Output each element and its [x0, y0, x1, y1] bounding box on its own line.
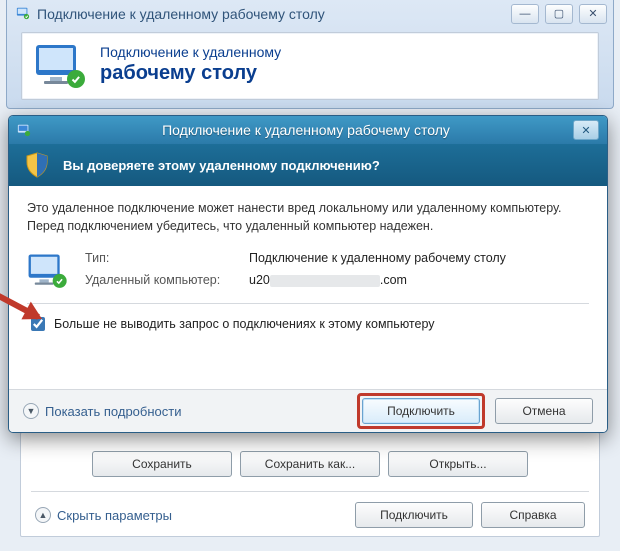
- show-details-link[interactable]: ▼ Показать подробности: [23, 403, 347, 419]
- dialog-close-button[interactable]: ✕: [573, 120, 599, 140]
- rdp-monitor-icon: [34, 41, 88, 89]
- rdp-icon: [17, 123, 31, 137]
- dialog-title: Подключение к удаленному рабочему столу: [39, 122, 573, 138]
- connection-info: Тип: Подключение к удаленному рабочему с…: [85, 251, 506, 287]
- rdp-monitor-icon: [27, 251, 69, 289]
- minimize-button[interactable]: —: [511, 4, 539, 24]
- cancel-button[interactable]: Отмена: [495, 398, 593, 424]
- dialog-question-text: Вы доверяете этому удаленному подключени…: [63, 158, 380, 173]
- open-button[interactable]: Открыть...: [388, 451, 528, 477]
- trust-dialog: Подключение к удаленному рабочему столу …: [8, 115, 608, 433]
- window-titlebar: Подключение к удаленному рабочему столу …: [7, 0, 613, 28]
- maximize-button[interactable]: ▢: [545, 4, 573, 24]
- hide-params-label: Скрыть параметры: [57, 508, 172, 523]
- rdp-main-bottom: Сохранить Сохранить как... Открыть... ▲ …: [6, 432, 614, 547]
- connect-button[interactable]: Подключить: [362, 398, 480, 424]
- close-button[interactable]: ✕: [579, 4, 607, 24]
- rdp-inner-panel: Подключение к удаленному рабочему столу: [21, 32, 599, 100]
- save-button[interactable]: Сохранить: [92, 451, 232, 477]
- rdp-main-window: Подключение к удаленному рабочему столу …: [6, 0, 614, 109]
- dont-ask-label: Больше не выводить запрос о подключениях…: [54, 317, 435, 331]
- divider: [27, 303, 589, 304]
- dialog-titlebar: Подключение к удаленному рабочему столу …: [9, 116, 607, 144]
- host-label: Удаленный компьютер:: [85, 273, 235, 287]
- host-value: u20.com: [249, 273, 506, 287]
- bg-connect-button[interactable]: Подключить: [355, 502, 473, 528]
- save-as-button[interactable]: Сохранить как...: [240, 451, 380, 477]
- type-label: Тип:: [85, 251, 235, 265]
- redacted-host: [270, 275, 380, 287]
- header-line2: рабочему столу: [100, 61, 281, 86]
- dialog-question-bar: Вы доверяете этому удаленному подключени…: [9, 144, 607, 186]
- window-title: Подключение к удаленному рабочему столу: [37, 6, 325, 22]
- connect-highlight: Подключить: [357, 393, 485, 429]
- header-line1: Подключение к удаленному: [100, 44, 281, 62]
- bg-help-button[interactable]: Справка: [481, 502, 585, 528]
- type-value: Подключение к удаленному рабочему столу: [249, 251, 506, 265]
- close-icon: ✕: [581, 124, 590, 137]
- hide-params-link[interactable]: ▲ Скрыть параметры: [35, 507, 172, 523]
- show-details-label: Показать подробности: [45, 404, 181, 419]
- rdp-icon: [16, 6, 30, 20]
- shield-icon: [23, 151, 51, 179]
- chevron-up-icon: ▲: [35, 507, 51, 523]
- dialog-warning-text: Это удаленное подключение может нанести …: [27, 200, 589, 235]
- chevron-down-icon: ▼: [23, 403, 39, 419]
